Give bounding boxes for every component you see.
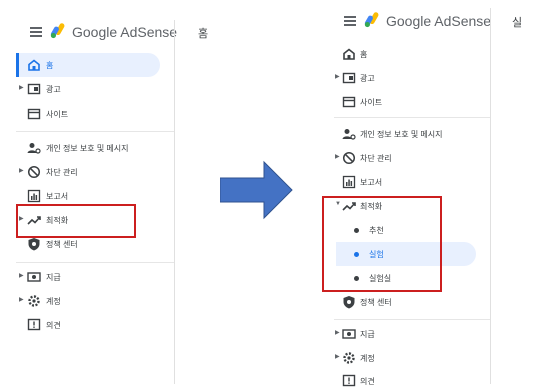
section-divider (334, 319, 490, 320)
sidebar-item-label: 광고 (360, 74, 375, 83)
sidebar-item-payments[interactable]: ▶ 지급 (322, 323, 482, 345)
sidebar-item-label: 차단 관리 (360, 154, 392, 163)
home-icon (343, 48, 355, 60)
top-app-bar: Google AdSense 홈 (0, 0, 262, 384)
sidebar-item-label: 지급 (360, 330, 375, 339)
sidebar-item-label: 사이트 (46, 110, 69, 119)
page-title: 실 (512, 17, 523, 29)
sidebar-item-label: 차단 관리 (46, 168, 78, 177)
block-icon (27, 165, 41, 179)
expand-arrow-icon[interactable]: ▶ (19, 167, 24, 174)
section-divider (334, 117, 490, 118)
sidebar-item-home[interactable]: 홈 (322, 43, 482, 65)
sidebar-divider (490, 8, 491, 384)
section-divider (16, 262, 174, 263)
policy-shield-icon (28, 238, 40, 251)
sidebar-item-sites[interactable]: 사이트 (322, 91, 482, 113)
reports-icon (342, 175, 356, 189)
sidebar-item-blocking-controls[interactable]: ▶ 차단 관리 (0, 161, 160, 183)
expand-arrow-icon[interactable]: ▶ (19, 272, 24, 279)
ad-unit-icon (342, 72, 356, 84)
expand-arrow-icon[interactable]: ▶ (19, 296, 24, 303)
sidebar-item-label: 보고서 (360, 178, 383, 187)
after-screenshot-panel: Google AdSense 실 홈 ▶ 광고 사이트 개인 정보 보호 및 메… (322, 0, 555, 387)
expand-arrow-icon[interactable]: ▶ (19, 84, 24, 91)
app-name: Google AdSense (72, 24, 178, 40)
sidebar-item-privacy-messaging[interactable]: 개인 정보 보호 및 메시지 (322, 123, 482, 145)
sidebar-item-account[interactable]: ▶ 계정 (0, 290, 160, 312)
sidebar-item-label: 보고서 (46, 192, 69, 201)
sidebar-item-privacy-messaging[interactable]: 개인 정보 보호 및 메시지 (0, 137, 160, 159)
sidebar-item-label: 의견 (46, 321, 61, 330)
transition-arrow (220, 160, 293, 220)
app-name: Google AdSense (386, 13, 492, 29)
sidebar-item-sites[interactable]: 사이트 (0, 103, 160, 125)
sidebar-item-label: 사이트 (360, 98, 383, 107)
sidebar-item-label: 정책 센터 (46, 240, 78, 249)
sites-icon (342, 96, 356, 108)
expand-arrow-icon[interactable]: ▶ (335, 153, 340, 160)
expand-arrow-icon[interactable]: ▶ (335, 73, 340, 80)
highlight-box (322, 196, 442, 292)
adsense-logo-icon (50, 23, 65, 39)
expand-arrow-icon[interactable]: ▶ (335, 329, 340, 336)
home-icon (28, 59, 40, 71)
sidebar-item-label: 홈 (360, 50, 368, 59)
reports-icon (27, 189, 41, 203)
sidebar-item-ads[interactable]: ▶ 광고 (0, 78, 160, 100)
sidebar-item-home[interactable]: 홈 (0, 54, 160, 76)
sidebar-item-feedback[interactable]: 의견 (0, 314, 160, 336)
policy-shield-icon (343, 296, 355, 309)
sidebar-item-label: 홈 (46, 61, 54, 70)
sidebar-item-label: 계정 (360, 354, 375, 363)
sidebar-item-payments[interactable]: ▶ 지급 (0, 266, 160, 288)
ad-unit-icon (27, 83, 41, 95)
sidebar-item-blocking-controls[interactable]: ▶ 차단 관리 (322, 147, 482, 169)
sidebar-divider (174, 20, 175, 384)
block-icon (342, 151, 356, 165)
settings-gear-icon (343, 352, 355, 364)
feedback-icon (342, 374, 356, 387)
menu-icon[interactable] (30, 27, 42, 37)
feedback-icon (27, 318, 41, 331)
privacy-messaging-icon (342, 129, 356, 140)
sidebar-item-label: 계정 (46, 297, 61, 306)
section-divider (16, 131, 174, 132)
sidebar-item-label: 지급 (46, 273, 61, 282)
sidebar-item-label: 광고 (46, 85, 61, 94)
adsense-logo-icon (364, 12, 379, 28)
sites-icon (27, 108, 41, 120)
payments-icon (27, 272, 41, 282)
sidebar-item-policy-center[interactable]: 정책 센터 (0, 233, 160, 255)
sidebar-item-label: 의견 (360, 377, 375, 386)
settings-gear-icon (28, 295, 40, 307)
sidebar-item-policy-center[interactable]: 정책 센터 (322, 291, 482, 313)
sidebar-item-label: 개인 정보 보호 및 메시지 (46, 144, 129, 153)
sidebar-item-reports[interactable]: 보고서 (322, 171, 482, 193)
sidebar-item-label: 개인 정보 보호 및 메시지 (360, 130, 443, 139)
sidebar-item-ads[interactable]: ▶ 광고 (322, 67, 482, 89)
sidebar-item-feedback[interactable]: 의견 (322, 370, 482, 392)
menu-icon[interactable] (344, 16, 356, 26)
page-title: 홈 (198, 28, 209, 40)
sidebar-item-label: 정책 센터 (360, 298, 392, 307)
payments-icon (342, 329, 356, 339)
sidebar-item-account[interactable]: ▶ 계정 (322, 347, 482, 369)
privacy-messaging-icon (27, 143, 41, 154)
expand-arrow-icon[interactable]: ▶ (335, 353, 340, 360)
